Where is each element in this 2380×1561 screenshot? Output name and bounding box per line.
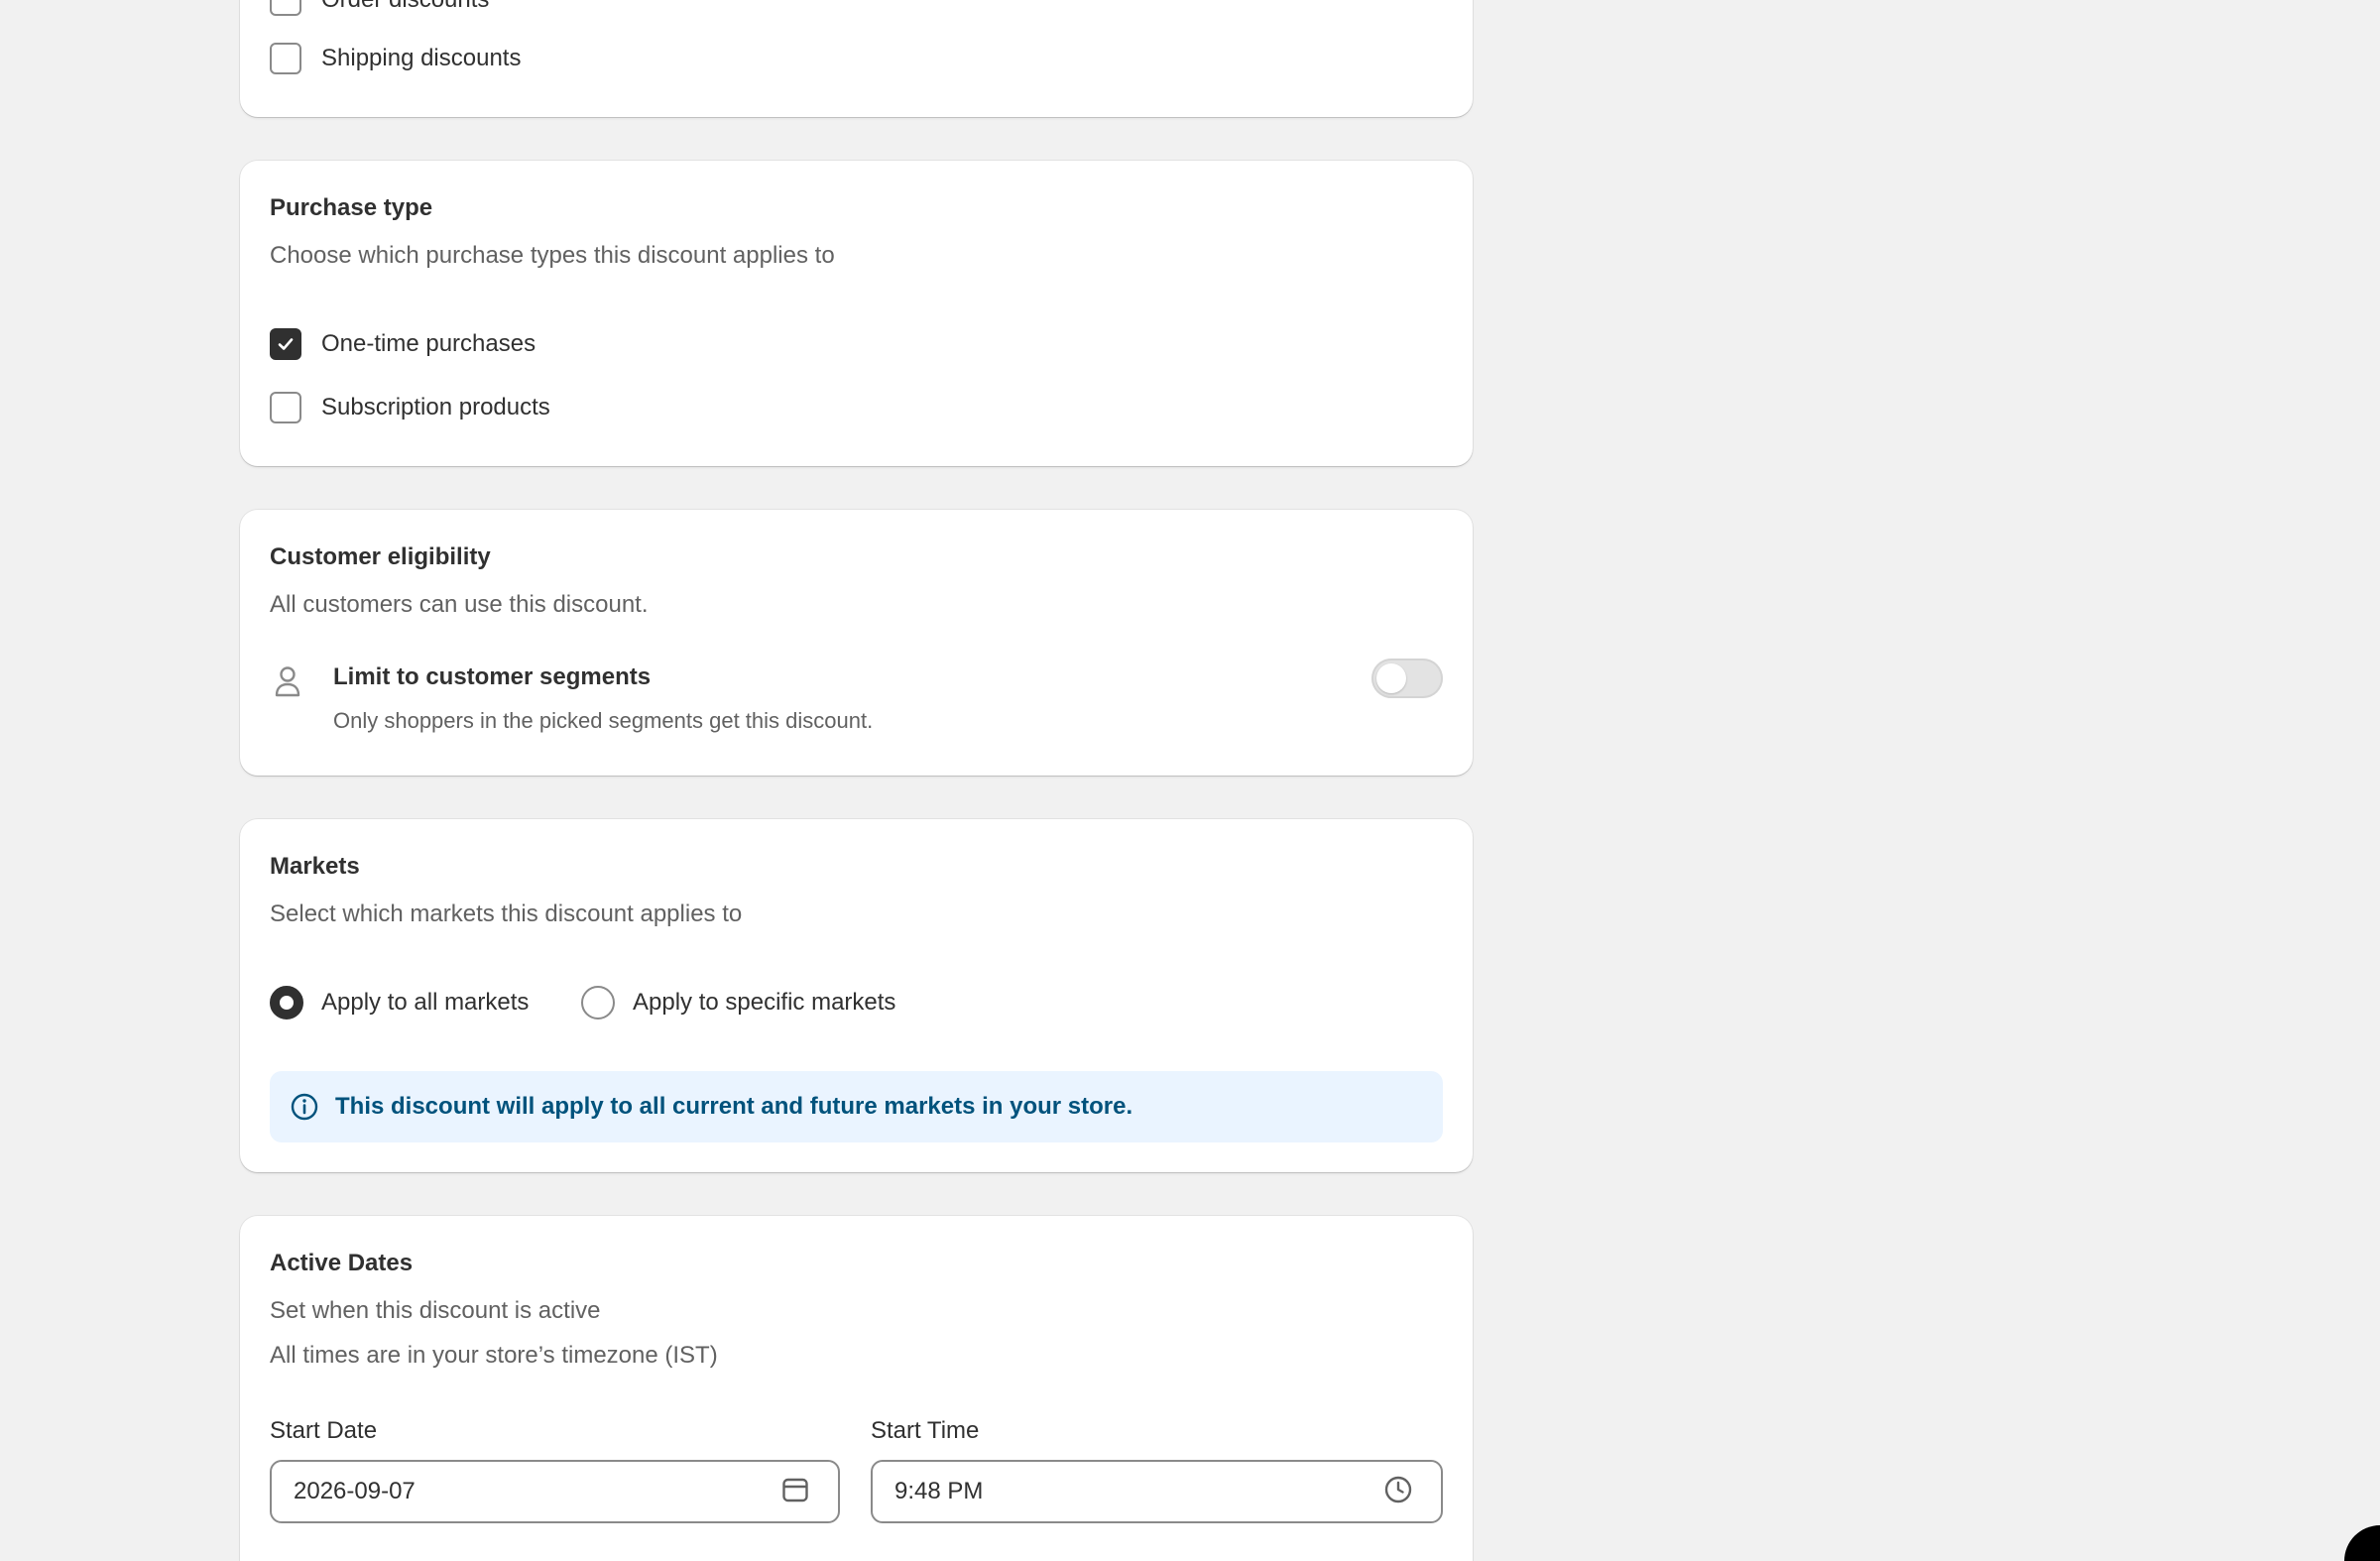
subscription-products-row[interactable]: Subscription products bbox=[270, 390, 550, 425]
window-corner bbox=[2344, 1525, 2380, 1561]
order-discounts-label: Order discounts bbox=[321, 0, 489, 14]
apply-all-markets-radio[interactable] bbox=[270, 986, 303, 1020]
start-time-input[interactable]: 9:48 PM bbox=[871, 1460, 1443, 1523]
one-time-purchases-label: One-time purchases bbox=[321, 330, 536, 357]
order-discounts-checkbox[interactable] bbox=[270, 0, 301, 16]
one-time-purchases-checkbox[interactable] bbox=[270, 328, 301, 360]
start-time-value: 9:48 PM bbox=[894, 1478, 984, 1504]
start-date-label: Start Date bbox=[270, 1417, 378, 1444]
one-time-purchases-row[interactable]: One-time purchases bbox=[270, 326, 536, 362]
customer-eligibility-card: Customer eligibility All customers can u… bbox=[240, 510, 1473, 776]
purchase-type-subtitle: Choose which purchase types this discoun… bbox=[270, 242, 835, 269]
apply-all-markets-row[interactable]: Apply to all markets bbox=[270, 985, 529, 1021]
segment-toggle-description: Only shoppers in the picked segments get… bbox=[333, 708, 874, 733]
subscription-products-label: Subscription products bbox=[321, 394, 550, 420]
active-dates-title: Active Dates bbox=[270, 1250, 414, 1276]
calendar-icon[interactable] bbox=[780, 1475, 810, 1511]
active-dates-card: Active Dates Set when this discount is a… bbox=[240, 1216, 1473, 1561]
markets-banner-text: This discount will apply to all current … bbox=[335, 1093, 1133, 1120]
start-date-value: 2026-09-07 bbox=[294, 1478, 416, 1504]
checkmark-icon bbox=[278, 338, 294, 350]
purchase-type-title: Purchase type bbox=[270, 194, 433, 221]
subscription-products-checkbox[interactable] bbox=[270, 392, 301, 423]
order-discounts-checkbox-row[interactable]: Order discounts bbox=[270, 0, 489, 18]
apply-all-markets-label: Apply to all markets bbox=[321, 989, 530, 1016]
apply-specific-markets-row[interactable]: Apply to specific markets bbox=[581, 985, 895, 1021]
customer-eligibility-subtitle: All customers can use this discount. bbox=[270, 591, 649, 618]
segment-toggle-label: Limit to customer segments bbox=[333, 663, 652, 690]
customer-eligibility-title: Customer eligibility bbox=[270, 543, 491, 570]
apply-specific-markets-label: Apply to specific markets bbox=[633, 989, 896, 1016]
shipping-discounts-checkbox-row[interactable]: Shipping discounts bbox=[270, 41, 521, 76]
markets-title: Markets bbox=[270, 853, 360, 880]
limit-segments-toggle[interactable] bbox=[1371, 659, 1443, 698]
markets-info-banner: This discount will apply to all current … bbox=[270, 1071, 1443, 1142]
timezone-note: All times are in your store’s timezone (… bbox=[270, 1342, 718, 1369]
person-icon bbox=[274, 664, 301, 703]
purchase-type-card: Purchase type Choose which purchase type… bbox=[240, 161, 1473, 466]
discount-classes-card: Order discounts Shipping discounts bbox=[240, 0, 1473, 117]
apply-specific-markets-radio[interactable] bbox=[581, 986, 615, 1020]
markets-card: Markets Select which markets this discou… bbox=[240, 819, 1473, 1172]
start-time-label: Start Time bbox=[871, 1417, 980, 1444]
shipping-discounts-label: Shipping discounts bbox=[321, 45, 522, 71]
active-dates-subtitle: Set when this discount is active bbox=[270, 1297, 601, 1324]
start-date-input[interactable]: 2026-09-07 bbox=[270, 1460, 840, 1523]
info-icon bbox=[290, 1092, 319, 1122]
shipping-discounts-checkbox[interactable] bbox=[270, 43, 301, 74]
clock-icon[interactable] bbox=[1383, 1475, 1413, 1511]
markets-subtitle: Select which markets this discount appli… bbox=[270, 901, 743, 927]
toggle-knob bbox=[1376, 663, 1406, 693]
